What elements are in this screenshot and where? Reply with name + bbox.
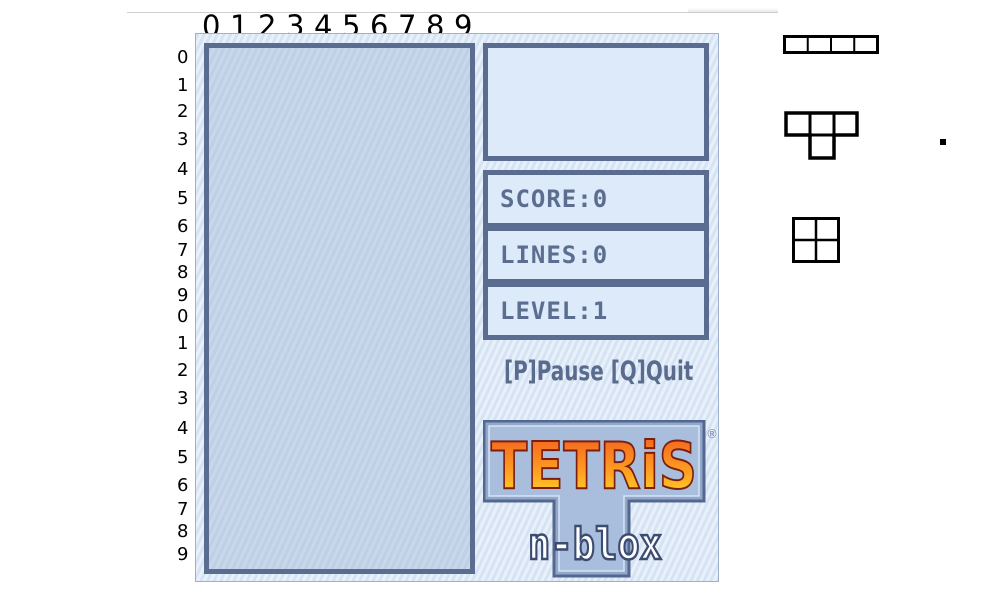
logo-subtitle: n-blox — [528, 519, 662, 570]
lines-label: LINES:0 — [500, 241, 609, 269]
row-label: 3 — [177, 388, 189, 409]
row-label: 8 — [177, 521, 189, 542]
controls-hint: [P]Pause [Q]Quit — [503, 356, 694, 387]
level-label: LEVEL:1 — [500, 297, 609, 325]
score-label: SCORE:0 — [500, 185, 609, 213]
row-label: 8 — [177, 262, 189, 283]
row-label: 0 — [177, 47, 189, 68]
row-label: 2 — [177, 360, 189, 381]
row-label: 6 — [177, 216, 189, 237]
t-tetromino-icon — [784, 110, 860, 162]
playfield[interactable] — [204, 43, 475, 574]
row-label: 6 — [177, 475, 189, 496]
level-display: LEVEL:1 — [483, 282, 709, 340]
dot-marker — [940, 139, 946, 145]
i-tetromino-icon — [783, 35, 879, 55]
row-label: 7 — [177, 499, 189, 520]
row-label: 7 — [177, 240, 189, 261]
registered-mark: ® — [706, 427, 718, 441]
row-label: 0 — [177, 306, 189, 327]
score-display: SCORE:0 — [483, 170, 709, 228]
tetris-logo: TETRiS ® n-blox — [482, 419, 719, 580]
o-tetromino-icon — [792, 217, 840, 263]
row-label: 9 — [177, 285, 189, 306]
row-label: 4 — [177, 418, 189, 439]
row-label: 1 — [177, 333, 189, 354]
top-shadow — [688, 8, 778, 13]
row-label: 5 — [177, 188, 189, 209]
lines-display: LINES:0 — [483, 226, 709, 284]
row-label: 3 — [177, 129, 189, 150]
logo-graphic: TETRiS ® n-blox — [482, 419, 718, 578]
row-label: 2 — [177, 101, 189, 122]
row-label: 9 — [177, 544, 189, 565]
row-label: 4 — [177, 159, 189, 180]
row-label: 1 — [177, 75, 189, 96]
row-label: 5 — [177, 447, 189, 468]
next-piece-box — [483, 43, 709, 161]
logo-title: TETRiS — [491, 430, 697, 504]
